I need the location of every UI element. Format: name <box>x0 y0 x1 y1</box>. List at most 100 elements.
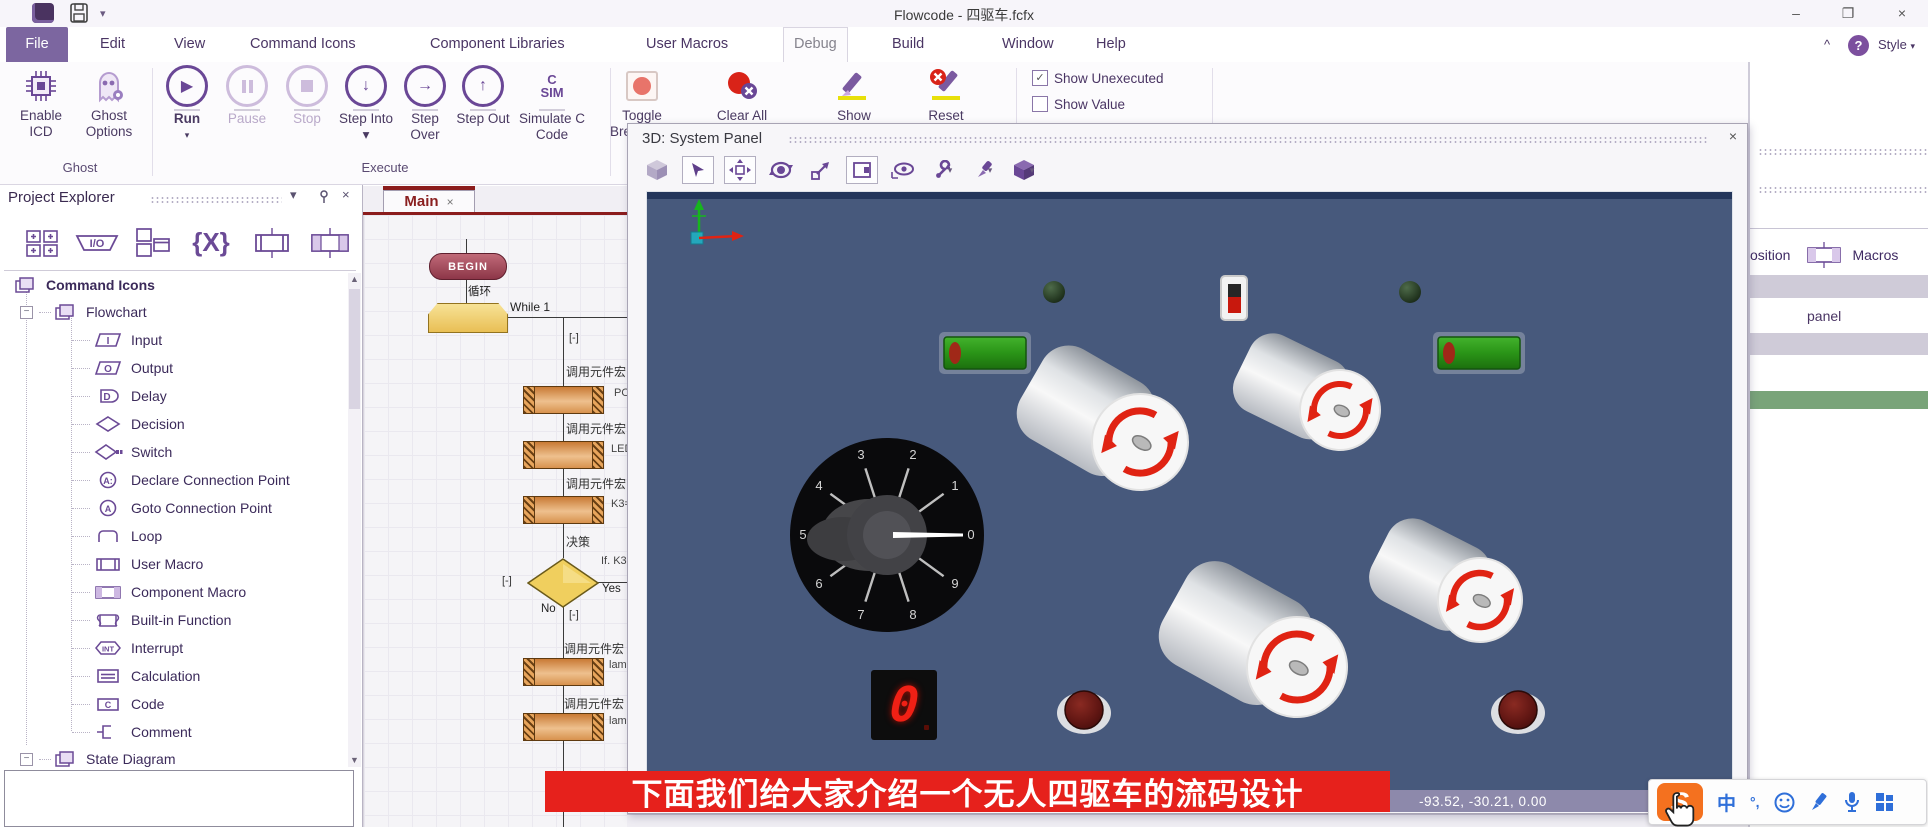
menu-command-icons[interactable]: Command Icons <box>240 27 366 62</box>
flowchart-component-macro-node[interactable] <box>523 386 604 414</box>
scroll-up-icon[interactable]: ▲ <box>348 273 361 286</box>
tree-item-input[interactable]: I Input <box>72 326 162 354</box>
step-out-button[interactable]: ↑ Step Out <box>454 64 512 127</box>
emoji-button[interactable] <box>1774 792 1795 813</box>
voice-button[interactable] <box>1843 791 1861 813</box>
frame-select-button[interactable] <box>846 156 878 184</box>
scroll-down-icon[interactable]: ▼ <box>348 754 361 767</box>
scrollbar-thumb[interactable] <box>349 289 360 409</box>
tree-item-comment[interactable]: Comment <box>72 718 192 746</box>
dc-motor[interactable] <box>1147 549 1368 741</box>
material-dropdown-button[interactable]: ▾ <box>1008 157 1038 183</box>
step-over-button[interactable]: → Step Over <box>396 64 454 143</box>
collapse-marker[interactable]: [-] <box>569 332 579 344</box>
menu-debug[interactable]: Debug <box>783 27 848 63</box>
variables-icon[interactable]: {X} <box>186 226 236 260</box>
led-sphere[interactable] <box>1399 281 1421 303</box>
orbit-rotate-button[interactable] <box>766 157 796 183</box>
tree-item-loop[interactable]: Loop <box>72 522 162 550</box>
system-panel-3d-window[interactable]: 3D: System Panel × <box>627 123 1748 814</box>
help-icon[interactable]: ? <box>1848 27 1869 62</box>
restore-button[interactable]: ❐ <box>1828 2 1868 25</box>
visibility-button[interactable] <box>888 157 918 183</box>
clear-all-breakpoints-button[interactable]: Clear All <box>710 64 774 124</box>
io-icon[interactable]: I/O <box>74 228 120 258</box>
handwriting-button[interactable] <box>1809 792 1829 812</box>
panel-drag-handle[interactable] <box>150 196 282 204</box>
tab-main[interactable]: Main × <box>383 190 475 212</box>
collapse-marker[interactable]: [-] <box>569 609 579 621</box>
table-row[interactable] <box>1750 333 1928 355</box>
minimize-button[interactable]: – <box>1776 2 1816 25</box>
ribbon-collapse-icon[interactable]: ^ <box>1824 27 1830 62</box>
simulate-c-code-button[interactable]: C SIM Simulate C Code <box>514 64 590 143</box>
flowchart-component-macro-node[interactable] <box>523 496 604 524</box>
wheel-knob[interactable] <box>1057 691 1111 734</box>
component-macro-tool-icon[interactable] <box>308 227 352 259</box>
led-sphere[interactable] <box>1043 281 1065 303</box>
wheel-knob[interactable] <box>1491 691 1545 734</box>
toolbox-button[interactable] <box>1875 792 1895 812</box>
dc-motor[interactable] <box>1225 325 1395 465</box>
tree-item-goto-connection-point[interactable]: A Goto Connection Point <box>72 494 272 522</box>
step-into-button[interactable]: ↓ Step Into ▾ <box>336 64 396 143</box>
panel-dropdown-icon[interactable]: ▾ <box>290 187 297 203</box>
punctuation-button[interactable]: °, <box>1750 794 1760 810</box>
tree-item-switch[interactable]: Switch <box>72 438 172 466</box>
tree-item-declare-connection-point[interactable]: A: Declare Connection Point <box>72 466 290 494</box>
tree-root-command-icons[interactable]: Command Icons <box>14 271 155 299</box>
run-button[interactable]: ▶ Run ▾ <box>158 64 216 143</box>
close-button[interactable]: × <box>1882 2 1922 25</box>
scale-button[interactable] <box>806 157 836 183</box>
user-macro-tool-icon[interactable] <box>250 227 294 259</box>
menu-window[interactable]: Window <box>992 27 1064 62</box>
show-value-checkbox[interactable]: Show Value <box>1032 96 1125 112</box>
select-mode-button[interactable] <box>682 156 714 184</box>
tree-group-flowchart[interactable]: − Flowchart <box>20 298 147 326</box>
menu-component-libraries[interactable]: Component Libraries <box>420 27 575 62</box>
collapse-expander-icon[interactable]: − <box>20 306 33 319</box>
menu-user-macros[interactable]: User Macros <box>636 27 738 62</box>
panel-drag-handle[interactable] <box>1758 186 1928 194</box>
panel-close-icon[interactable]: × <box>1729 128 1737 144</box>
ghost-options-button[interactable]: Ghost Options <box>76 64 142 140</box>
show-unexecuted-checkbox[interactable]: ✓ Show Unexecuted <box>1032 70 1164 86</box>
pin-icon[interactable] <box>318 190 330 204</box>
tree-item-calculation[interactable]: Calculation <box>72 662 200 690</box>
tree-item-built-in-function[interactable]: Built-in Function <box>72 606 231 634</box>
tree-item-component-macro[interactable]: Component Macro <box>72 578 246 606</box>
tree-item-output[interactable]: O Output <box>72 354 173 382</box>
menu-build[interactable]: Build <box>882 27 934 62</box>
flowchart-component-macro-node[interactable] <box>523 658 604 686</box>
battery-component[interactable] <box>939 332 1031 374</box>
tree-scrollbar[interactable]: ▲ ▼ <box>348 273 361 767</box>
enable-icd-button[interactable]: Enable ICD <box>8 64 74 140</box>
panel-close-icon[interactable]: × <box>342 187 350 202</box>
viewport-3d[interactable]: 0 1 2 3 4 5 6 7 8 9 <box>646 191 1733 793</box>
flowchart-decision-node[interactable] <box>527 558 599 608</box>
tree-item-decision[interactable]: Decision <box>72 410 185 438</box>
panels-icon[interactable] <box>134 227 172 259</box>
flowchart-component-macro-node[interactable] <box>523 441 604 469</box>
style-dropdown[interactable]: Style ▾ <box>1878 27 1915 62</box>
collapse-marker[interactable]: [-] <box>502 575 512 587</box>
tree-group-state-diagram[interactable]: − State Diagram <box>20 745 175 773</box>
table-row[interactable] <box>1750 275 1928 298</box>
tools-dropdown-button[interactable]: ▾ <box>928 157 958 183</box>
menu-file[interactable]: File <box>6 27 68 62</box>
dc-motor[interactable] <box>1006 334 1208 511</box>
dc-motor[interactable] <box>1360 509 1538 659</box>
battery-component[interactable] <box>1433 332 1525 374</box>
tree-item-user-macro[interactable]: User Macro <box>72 550 203 578</box>
seven-segment-display[interactable]: 0 <box>871 670 937 740</box>
paint-dropdown-button[interactable]: ▾ <box>968 157 998 183</box>
menu-help[interactable]: Help <box>1086 27 1136 62</box>
rotary-dial[interactable]: 0 1 2 3 4 5 6 7 8 9 <box>790 438 984 632</box>
move-mode-button[interactable] <box>724 156 756 184</box>
flowchart-while-loop-node[interactable] <box>428 303 508 333</box>
tree-item-interrupt[interactable]: INT Interrupt <box>72 634 183 662</box>
chinese-mode-button[interactable]: 中 <box>1717 789 1736 816</box>
tree-item-delay[interactable]: D Delay <box>72 382 167 410</box>
grid-add-icon[interactable] <box>24 228 60 258</box>
table-row-highlight[interactable] <box>1750 391 1928 409</box>
